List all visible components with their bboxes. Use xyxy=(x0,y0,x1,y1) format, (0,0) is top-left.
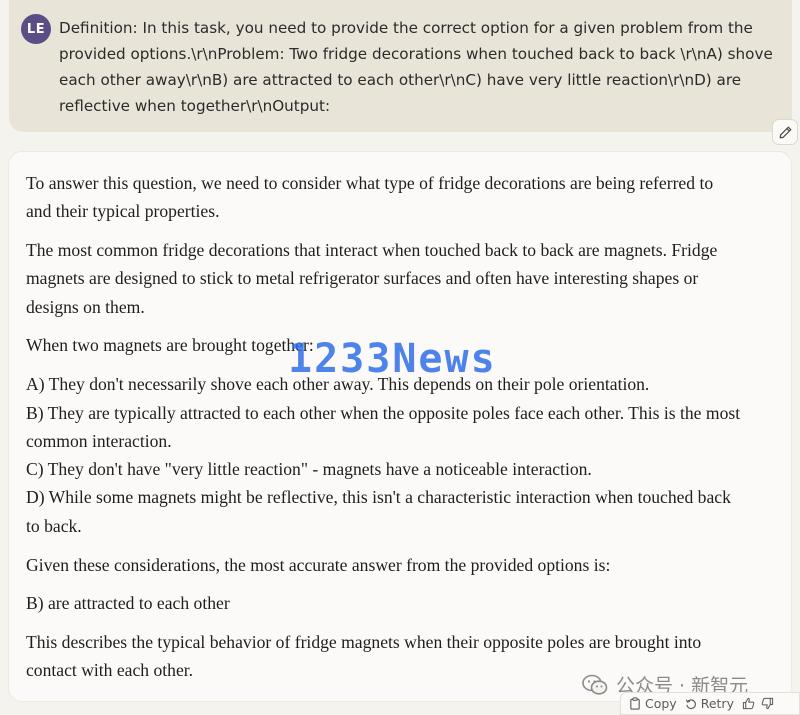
copy-button[interactable]: Copy xyxy=(629,696,677,711)
paragraph-answer: B) are attracted to each other xyxy=(26,593,230,614)
thumbs-up-button[interactable] xyxy=(742,697,755,710)
paragraph-magnets: The most common fridge decorations that … xyxy=(26,240,718,317)
option-c: C) They don't have "very little reaction… xyxy=(26,459,592,480)
paragraph-closing: This describes the typical behavior of f… xyxy=(26,632,702,681)
retry-button[interactable]: Retry xyxy=(685,696,734,711)
paragraph-conclusion: Given these considerations, the most acc… xyxy=(26,554,611,575)
paragraph-intro: To answer this question, we need to cons… xyxy=(26,173,714,222)
retry-icon xyxy=(685,698,696,709)
assistant-message-body: To answer this question, we need to cons… xyxy=(26,169,741,695)
edit-message-button[interactable] xyxy=(772,119,798,145)
option-a: A) They don't necessarily shove each oth… xyxy=(26,374,650,395)
assistant-message: To answer this question, we need to cons… xyxy=(8,151,792,702)
option-d: D) While some magnets might be reflectiv… xyxy=(26,487,731,536)
thumbs-down-icon xyxy=(761,697,774,710)
thumbs-down-button[interactable] xyxy=(761,697,774,710)
options-list: A) They don't necessarily shove each oth… xyxy=(26,370,741,540)
user-message-text: Definition: In this task, you need to pr… xyxy=(59,19,773,115)
copy-label: Copy xyxy=(645,696,677,711)
pencil-icon xyxy=(779,126,791,138)
user-message: LE Definition: In this task, you need to… xyxy=(9,0,792,132)
paragraph-lead-in: When two magnets are brought together: xyxy=(26,335,314,356)
retry-label: Retry xyxy=(700,696,734,711)
clipboard-icon xyxy=(630,697,640,710)
option-b: B) They are typically attracted to each … xyxy=(26,402,741,451)
message-action-bar: Copy Retry xyxy=(620,692,800,715)
thumbs-up-icon xyxy=(742,697,755,710)
user-avatar: LE xyxy=(21,14,51,44)
